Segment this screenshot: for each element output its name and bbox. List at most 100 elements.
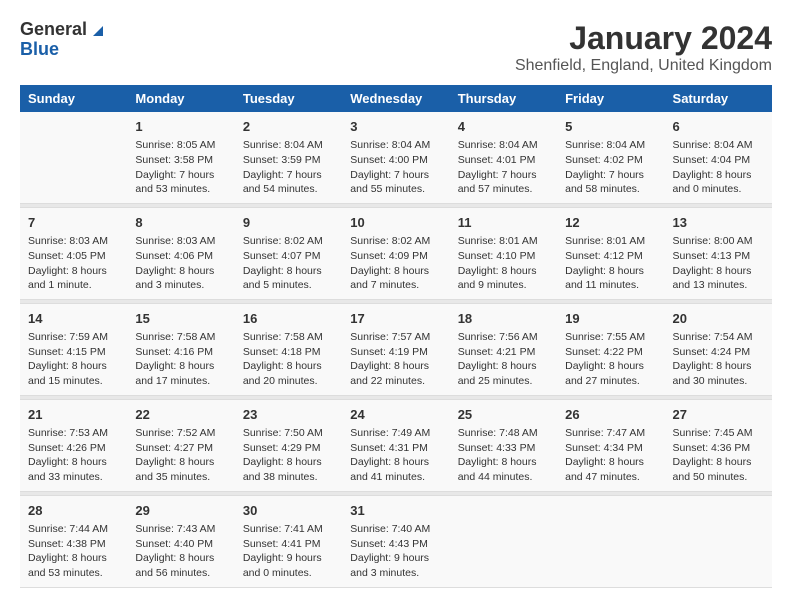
day-cell: 27 Sunrise: 7:45 AMSunset: 4:36 PMDayligh… (665, 399, 772, 491)
month-title: January 2024 (515, 20, 772, 57)
day-info: Sunrise: 7:50 AMSunset: 4:29 PMDaylight:… (243, 426, 334, 485)
day-cell: 6 Sunrise: 8:04 AMSunset: 4:04 PMDaylight… (665, 112, 772, 203)
day-number: 20 (673, 310, 764, 328)
column-header-thursday: Thursday (450, 85, 557, 112)
day-number: 12 (565, 214, 656, 232)
logo-icon (89, 22, 105, 38)
day-cell: 2 Sunrise: 8:04 AMSunset: 3:59 PMDaylight… (235, 112, 342, 203)
day-cell: 30 Sunrise: 7:41 AMSunset: 4:41 PMDayligh… (235, 495, 342, 587)
logo-blue: Blue (20, 40, 59, 60)
day-info: Sunrise: 8:05 AMSunset: 3:58 PMDaylight:… (135, 138, 226, 197)
day-number: 14 (28, 310, 119, 328)
day-number: 8 (135, 214, 226, 232)
day-number: 10 (350, 214, 441, 232)
day-number: 6 (673, 118, 764, 136)
day-info: Sunrise: 8:01 AMSunset: 4:12 PMDaylight:… (565, 234, 656, 293)
day-info: Sunrise: 8:02 AMSunset: 4:07 PMDaylight:… (243, 234, 334, 293)
day-cell: 12 Sunrise: 8:01 AMSunset: 4:12 PMDayligh… (557, 207, 664, 299)
day-number: 3 (350, 118, 441, 136)
day-cell: 16Sunrise: 7:58 AMSunset: 4:18 PMDayligh… (235, 303, 342, 395)
title-section: January 2024 Shenfield, England, United … (515, 20, 772, 75)
day-number: 11 (458, 214, 549, 232)
day-info: Sunrise: 7:59 AMSunset: 4:15 PMDaylight:… (28, 330, 119, 389)
day-cell (20, 112, 127, 203)
day-info: Sunrise: 7:57 AMSunset: 4:19 PMDaylight:… (350, 330, 441, 389)
column-header-monday: Monday (127, 85, 234, 112)
day-info: Sunrise: 7:49 AMSunset: 4:31 PMDaylight:… (350, 426, 441, 485)
day-info: Sunrise: 7:58 AMSunset: 4:16 PMDaylight:… (135, 330, 226, 389)
day-number: 30 (243, 502, 334, 520)
day-cell: 13 Sunrise: 8:00 AMSunset: 4:13 PMDayligh… (665, 207, 772, 299)
day-info: Sunrise: 7:47 AMSunset: 4:34 PMDaylight:… (565, 426, 656, 485)
day-info: Sunrise: 7:56 AMSunset: 4:21 PMDaylight:… (458, 330, 549, 389)
week-row-2: 7 Sunrise: 8:03 AMSunset: 4:05 PMDaylight… (20, 207, 772, 299)
day-cell: 14 Sunrise: 7:59 AMSunset: 4:15 PMDayligh… (20, 303, 127, 395)
day-cell: 28 Sunrise: 7:44 AMSunset: 4:38 PMDayligh… (20, 495, 127, 587)
day-number: 5 (565, 118, 656, 136)
day-info: Sunrise: 7:40 AMSunset: 4:43 PMDaylight:… (350, 522, 441, 581)
day-info: Sunrise: 7:53 AMSunset: 4:26 PMDaylight:… (28, 426, 119, 485)
day-info: Sunrise: 7:55 AMSunset: 4:22 PMDaylight:… (565, 330, 656, 389)
day-info: Sunrise: 7:43 AMSunset: 4:40 PMDaylight:… (135, 522, 226, 581)
day-cell: 11 Sunrise: 8:01 AMSunset: 4:10 PMDayligh… (450, 207, 557, 299)
day-number: 17 (350, 310, 441, 328)
day-cell: 23 Sunrise: 7:50 AMSunset: 4:29 PMDayligh… (235, 399, 342, 491)
day-number: 26 (565, 406, 656, 424)
day-number: 4 (458, 118, 549, 136)
day-cell: 3 Sunrise: 8:04 AMSunset: 4:00 PMDaylight… (342, 112, 449, 203)
day-number: 29 (135, 502, 226, 520)
day-number: 25 (458, 406, 549, 424)
day-number: 7 (28, 214, 119, 232)
day-cell: 17 Sunrise: 7:57 AMSunset: 4:19 PMDayligh… (342, 303, 449, 395)
day-info: Sunrise: 8:00 AMSunset: 4:13 PMDaylight:… (673, 234, 764, 293)
day-number: 2 (243, 118, 334, 136)
day-cell: 19 Sunrise: 7:55 AMSunset: 4:22 PMDayligh… (557, 303, 664, 395)
week-row-5: 28 Sunrise: 7:44 AMSunset: 4:38 PMDayligh… (20, 495, 772, 587)
day-info: Sunrise: 8:04 AMSunset: 4:01 PMDaylight:… (458, 138, 549, 197)
column-header-sunday: Sunday (20, 85, 127, 112)
day-info: Sunrise: 7:52 AMSunset: 4:27 PMDaylight:… (135, 426, 226, 485)
day-info: Sunrise: 7:41 AMSunset: 4:41 PMDaylight:… (243, 522, 334, 581)
day-cell: 25Sunrise: 7:48 AMSunset: 4:33 PMDayligh… (450, 399, 557, 491)
day-number: 15 (135, 310, 226, 328)
day-number: 1 (135, 118, 226, 136)
column-header-tuesday: Tuesday (235, 85, 342, 112)
day-cell: 15 Sunrise: 7:58 AMSunset: 4:16 PMDayligh… (127, 303, 234, 395)
calendar-table: SundayMondayTuesdayWednesdayThursdayFrid… (20, 85, 772, 588)
column-header-wednesday: Wednesday (342, 85, 449, 112)
day-info: Sunrise: 8:01 AMSunset: 4:10 PMDaylight:… (458, 234, 549, 293)
location: Shenfield, England, United Kingdom (515, 57, 772, 75)
day-number: 21 (28, 406, 119, 424)
day-cell: 18 Sunrise: 7:56 AMSunset: 4:21 PMDayligh… (450, 303, 557, 395)
page-header: General Blue January 2024 Shenfield, Eng… (20, 20, 772, 75)
day-cell: 4 Sunrise: 8:04 AMSunset: 4:01 PMDaylight… (450, 112, 557, 203)
day-number: 18 (458, 310, 549, 328)
day-number: 13 (673, 214, 764, 232)
day-info: Sunrise: 8:04 AMSunset: 4:04 PMDaylight:… (673, 138, 764, 197)
day-number: 27 (673, 406, 764, 424)
day-cell: 8Sunrise: 8:03 AMSunset: 4:06 PMDaylight… (127, 207, 234, 299)
column-header-saturday: Saturday (665, 85, 772, 112)
day-info: Sunrise: 7:44 AMSunset: 4:38 PMDaylight:… (28, 522, 119, 581)
day-info: Sunrise: 8:04 AMSunset: 3:59 PMDaylight:… (243, 138, 334, 197)
day-cell: 10Sunrise: 8:02 AMSunset: 4:09 PMDayligh… (342, 207, 449, 299)
day-cell (665, 495, 772, 587)
day-number: 19 (565, 310, 656, 328)
day-cell: 24 Sunrise: 7:49 AMSunset: 4:31 PMDayligh… (342, 399, 449, 491)
day-cell: 1 Sunrise: 8:05 AMSunset: 3:58 PMDaylight… (127, 112, 234, 203)
day-info: Sunrise: 7:45 AMSunset: 4:36 PMDaylight:… (673, 426, 764, 485)
day-info: Sunrise: 8:03 AMSunset: 4:05 PMDaylight:… (28, 234, 119, 293)
day-number: 28 (28, 502, 119, 520)
day-info: Sunrise: 8:04 AMSunset: 4:00 PMDaylight:… (350, 138, 441, 197)
week-row-4: 21 Sunrise: 7:53 AMSunset: 4:26 PMDayligh… (20, 399, 772, 491)
day-cell: 21 Sunrise: 7:53 AMSunset: 4:26 PMDayligh… (20, 399, 127, 491)
day-cell (450, 495, 557, 587)
day-cell: 29 Sunrise: 7:43 AMSunset: 4:40 PMDayligh… (127, 495, 234, 587)
day-cell: 20Sunrise: 7:54 AMSunset: 4:24 PMDayligh… (665, 303, 772, 395)
day-number: 16 (243, 310, 334, 328)
day-cell: 22Sunrise: 7:52 AMSunset: 4:27 PMDayligh… (127, 399, 234, 491)
logo-general: General (20, 20, 87, 40)
day-number: 23 (243, 406, 334, 424)
day-number: 24 (350, 406, 441, 424)
day-number: 9 (243, 214, 334, 232)
